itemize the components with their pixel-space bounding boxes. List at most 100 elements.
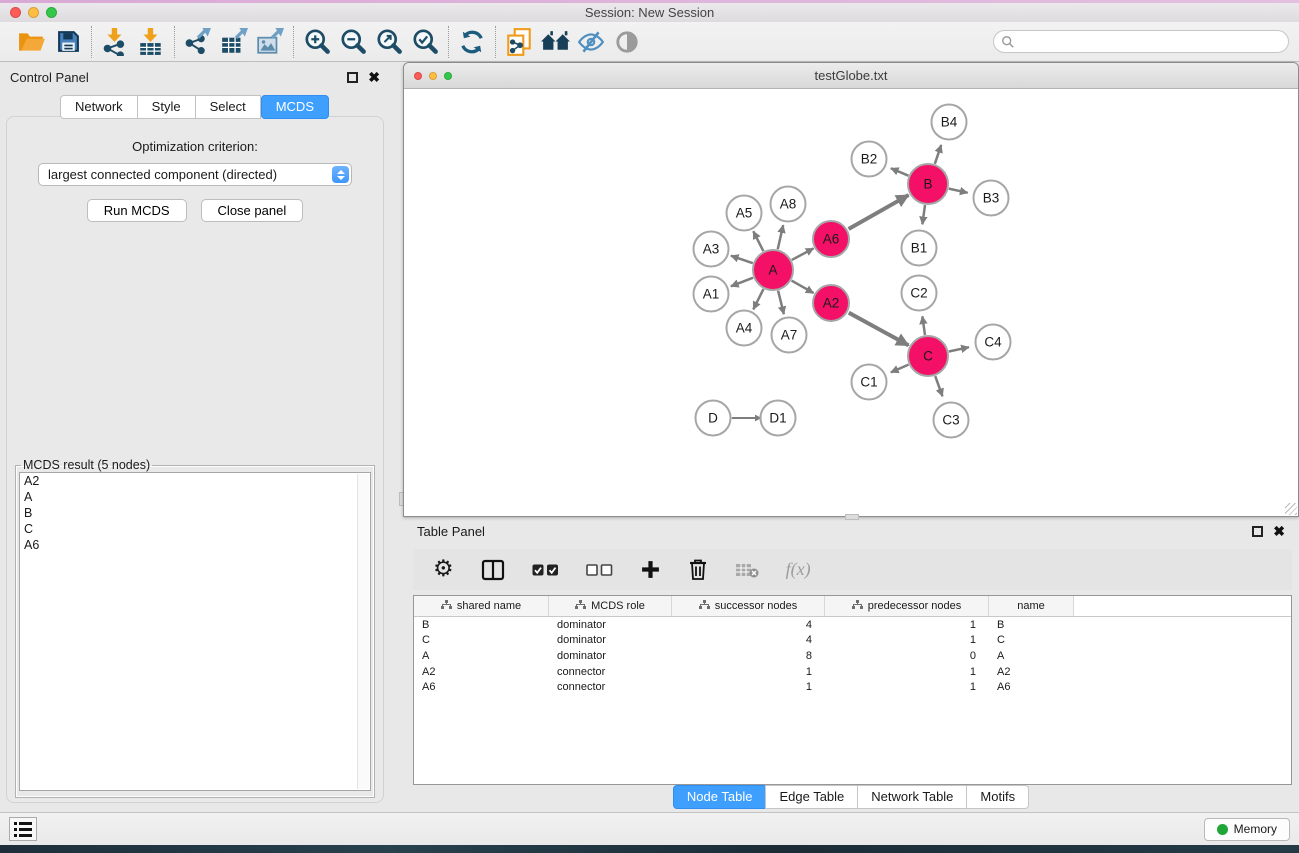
- graph-edge-B-B2[interactable]: [891, 168, 909, 175]
- column-header-shared-name[interactable]: shared name: [414, 596, 549, 616]
- table-cell[interactable]: 4: [672, 619, 825, 631]
- export-table-icon[interactable]: [216, 25, 252, 59]
- table-cell[interactable]: dominator: [549, 634, 672, 646]
- delete-column-icon[interactable]: [688, 555, 708, 585]
- tab-network-table[interactable]: Network Table: [857, 785, 967, 809]
- graph-edge-C-C2[interactable]: [922, 316, 925, 335]
- table-row[interactable]: Adominator80A: [414, 648, 1291, 664]
- table-row[interactable]: Bdominator41B: [414, 617, 1291, 633]
- list-scrollbar[interactable]: [357, 474, 369, 789]
- zoom-fit-icon[interactable]: [371, 25, 407, 59]
- column-header-predecessor-nodes[interactable]: predecessor nodes: [825, 596, 989, 616]
- graph-edge-C-C1[interactable]: [891, 365, 909, 373]
- export-image-icon[interactable]: [252, 25, 288, 59]
- search-box[interactable]: [993, 30, 1289, 53]
- mcds-result-item[interactable]: B: [20, 505, 370, 521]
- tab-style[interactable]: Style: [137, 95, 196, 119]
- select-all-icon[interactable]: [532, 555, 559, 585]
- graph-edge-A-A8[interactable]: [778, 225, 783, 249]
- graph-edge-A-A7[interactable]: [778, 291, 784, 314]
- tab-motifs[interactable]: Motifs: [966, 785, 1029, 809]
- table-cell[interactable]: 4: [672, 634, 825, 646]
- graph-edge-C-C4[interactable]: [949, 347, 969, 351]
- table-cell[interactable]: dominator: [549, 650, 672, 662]
- graph-edge-B-B3[interactable]: [949, 189, 968, 193]
- search-input[interactable]: [1015, 33, 1288, 51]
- deselect-all-icon[interactable]: [586, 555, 613, 585]
- close-panel-icon[interactable]: ✖: [368, 70, 380, 84]
- table-cell[interactable]: 1: [825, 681, 989, 693]
- network-window-titlebar[interactable]: testGlobe.txt: [404, 63, 1298, 89]
- graph-edge-B-B4[interactable]: [935, 145, 941, 164]
- table-cell[interactable]: 1: [825, 634, 989, 646]
- graph-edge-A-A4[interactable]: [753, 289, 763, 309]
- add-column-icon[interactable]: [640, 555, 661, 585]
- table-cell[interactable]: connector: [549, 666, 672, 678]
- node-table[interactable]: shared nameMCDS rolesuccessor nodesprede…: [413, 595, 1292, 785]
- import-table-icon[interactable]: [133, 25, 169, 59]
- table-cell[interactable]: C: [414, 634, 549, 646]
- home-icon[interactable]: [537, 25, 573, 59]
- table-cell[interactable]: B: [414, 619, 549, 631]
- open-session-icon[interactable]: [14, 25, 50, 59]
- table-cell[interactable]: 1: [672, 681, 825, 693]
- graph-edge-A-A6[interactable]: [792, 248, 814, 260]
- graph-edge-C-C3[interactable]: [935, 376, 942, 396]
- delete-table-icon[interactable]: [735, 555, 759, 585]
- criterion-dropdown[interactable]: largest connected component (directed): [38, 163, 352, 186]
- task-history-icon[interactable]: [9, 817, 37, 841]
- table-cell[interactable]: 8: [672, 650, 825, 662]
- refresh-icon[interactable]: [454, 25, 490, 59]
- mcds-result-item[interactable]: C: [20, 521, 370, 537]
- table-cell[interactable]: A: [414, 650, 549, 662]
- graph-edge-A-A3[interactable]: [731, 256, 753, 263]
- table-cell[interactable]: 0: [825, 650, 989, 662]
- mcds-result-item[interactable]: A2: [20, 473, 370, 489]
- mcds-result-item[interactable]: A: [20, 489, 370, 505]
- tab-network[interactable]: Network: [60, 95, 138, 119]
- clone-network-icon[interactable]: [501, 25, 537, 59]
- window-resize-grip[interactable]: [1285, 503, 1297, 515]
- zoom-in-icon[interactable]: [299, 25, 335, 59]
- table-row[interactable]: A6connector11A6: [414, 679, 1291, 695]
- table-cell[interactable]: A6: [414, 681, 549, 693]
- zoom-out-icon[interactable]: [335, 25, 371, 59]
- run-mcds-button[interactable]: Run MCDS: [87, 199, 187, 222]
- float-table-panel-icon[interactable]: [1252, 526, 1263, 537]
- table-cell[interactable]: 1: [825, 666, 989, 678]
- tab-node-table[interactable]: Node Table: [673, 785, 767, 809]
- function-builder-icon[interactable]: f(x): [786, 555, 811, 585]
- column-layout-icon[interactable]: [481, 555, 505, 585]
- mcds-result-list[interactable]: A2ABCA6: [19, 472, 371, 791]
- mcds-result-item[interactable]: A6: [20, 537, 370, 553]
- table-row[interactable]: Cdominator41C: [414, 633, 1291, 649]
- table-cell[interactable]: A2: [414, 666, 549, 678]
- table-cell[interactable]: 1: [672, 666, 825, 678]
- table-cell[interactable]: A6: [989, 681, 1074, 693]
- horizontal-splitter-grip[interactable]: [845, 514, 859, 520]
- table-cell[interactable]: 1: [825, 619, 989, 631]
- column-header-successor-nodes[interactable]: successor nodes: [672, 596, 825, 616]
- tab-mcds[interactable]: MCDS: [261, 95, 329, 119]
- hide-details-icon[interactable]: [573, 25, 609, 59]
- close-panel-button[interactable]: Close panel: [201, 199, 304, 222]
- table-cell[interactable]: connector: [549, 681, 672, 693]
- gear-icon[interactable]: ⚙: [433, 555, 454, 585]
- zoom-selected-icon[interactable]: [407, 25, 443, 59]
- table-cell[interactable]: A: [989, 650, 1074, 662]
- import-network-icon[interactable]: [97, 25, 133, 59]
- graph-edge-A-A1[interactable]: [731, 278, 753, 287]
- network-canvas[interactable]: AA1A2A3A4A5A6A7A8BB1B2B3B4CC1C2C3C4DD1: [404, 89, 1298, 516]
- tab-edge-table[interactable]: Edge Table: [765, 785, 858, 809]
- close-table-panel-icon[interactable]: ✖: [1273, 524, 1285, 538]
- export-network-icon[interactable]: [180, 25, 216, 59]
- graph-edge-B-B1[interactable]: [922, 205, 925, 224]
- graph-edge-A2-C[interactable]: [849, 313, 909, 346]
- show-details-icon[interactable]: [609, 25, 645, 59]
- graph-edge-A6-B[interactable]: [849, 195, 909, 229]
- table-cell[interactable]: B: [989, 619, 1074, 631]
- table-cell[interactable]: C: [989, 634, 1074, 646]
- save-session-icon[interactable]: [50, 25, 86, 59]
- table-row[interactable]: A2connector11A2: [414, 664, 1291, 680]
- column-header-MCDS-role[interactable]: MCDS role: [549, 596, 672, 616]
